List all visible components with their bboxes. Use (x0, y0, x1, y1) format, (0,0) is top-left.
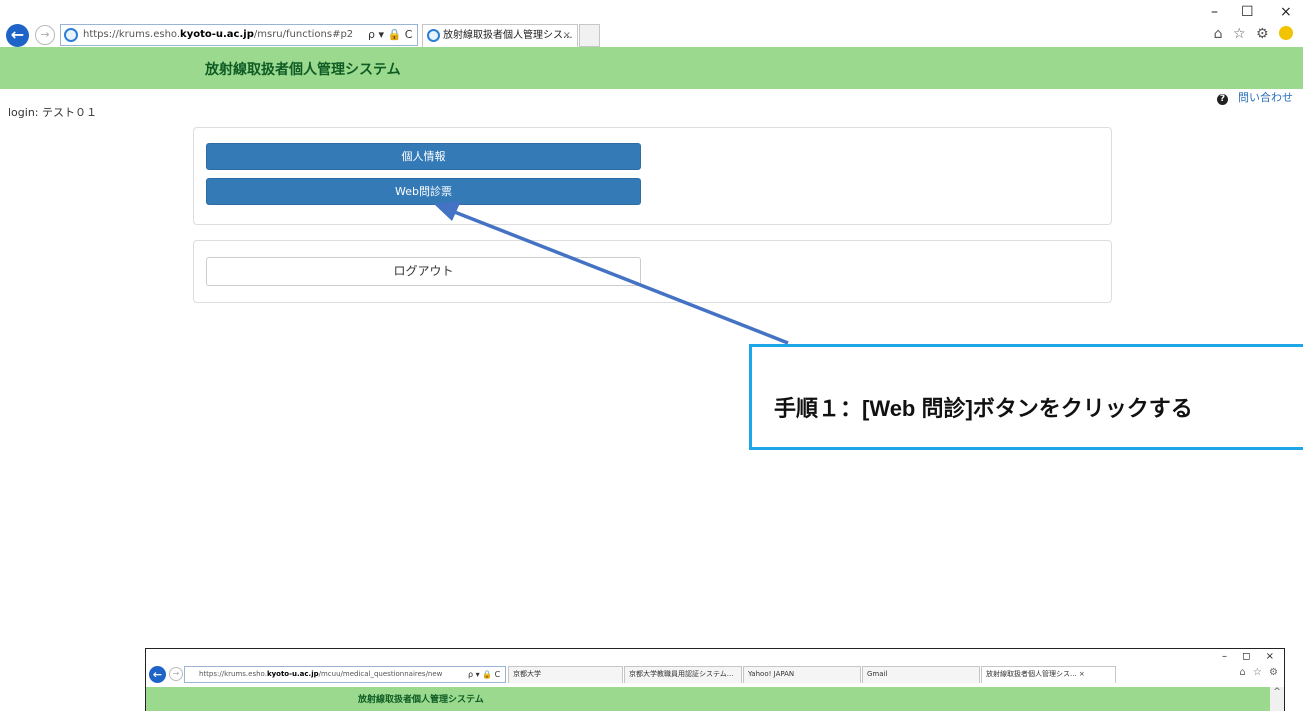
embedded-app-title: 放射線取扱者個人管理システム (358, 695, 484, 705)
embedded-url-domain: kyoto-u.ac.jp (266, 670, 319, 678)
contact-link[interactable]: ? 問い合わせ (1217, 89, 1293, 105)
tab-title: 放射線取扱者個人管理シス... (443, 30, 573, 41)
embedded-tab: 京都大学 (508, 666, 623, 683)
back-button[interactable]: ← (6, 24, 29, 47)
question-circle-icon: ? (1217, 94, 1228, 105)
embedded-tab: Yahoo! JAPAN (743, 666, 861, 683)
tab-close-icon[interactable]: × (563, 25, 571, 46)
minimize-button[interactable]: – (1211, 4, 1218, 20)
embedded-screenshot: ← → https://krums.esho.kyoto-u.ac.jp/mcu… (145, 648, 1285, 711)
login-user-label: login: テスト０１ (8, 106, 97, 119)
embedded-url-path: /mcuu/medical_questionnaires/new (318, 670, 443, 678)
embedded-url-prefix: https://krums.esho. (199, 670, 267, 678)
browser-right-icons[interactable]: ⌂ ☆ ⚙ (1214, 26, 1293, 42)
maximize-button[interactable]: ☐ (1241, 4, 1254, 20)
web-questionnaire-button[interactable]: Web問診票 (206, 178, 641, 205)
new-tab-button[interactable] (579, 24, 600, 47)
embedded-app-header: 放射線取扱者個人管理システム (146, 687, 1284, 711)
embedded-browser-toolbar: ← → https://krums.esho.kyoto-u.ac.jp/mcu… (146, 649, 1284, 687)
instruction-callout: 手順１：[Web 問診]ボタンをクリックする (749, 344, 1303, 450)
address-bar[interactable]: https://krums.esho.kyoto-u.ac.jp/msru/fu… (60, 24, 418, 46)
embedded-scrollbar: ^ (1270, 687, 1284, 711)
close-window-button[interactable]: × (1280, 4, 1292, 20)
embedded-tab-active: 放射線取扱者個人管理シス... × (981, 666, 1116, 683)
callout-text: 手順１：[Web 問診]ボタンをクリックする (774, 396, 1193, 421)
address-tools[interactable]: ρ ▾ 🔒 C (368, 25, 416, 45)
url-path: /msru/functions#p2 (253, 29, 354, 40)
url-prefix: https://krums.esho. (83, 29, 181, 40)
logout-panel: ログアウト (193, 240, 1112, 303)
forward-button[interactable]: → (35, 25, 55, 45)
personal-info-button[interactable]: 個人情報 (206, 143, 641, 170)
ie-logo-icon (427, 29, 440, 42)
embedded-window-controls: – ◻ × (1221, 651, 1280, 662)
embedded-address-tools: ρ ▾ 🔒 C (468, 670, 501, 679)
browser-tab-active[interactable]: 放射線取扱者個人管理シス... × (422, 24, 578, 47)
app-title: 放射線取扱者個人管理システム (205, 62, 401, 78)
embedded-back-icon: ← (149, 666, 166, 683)
embedded-tab: Gmail (862, 666, 980, 683)
arrow-right-icon: → (40, 28, 50, 41)
home-star-gear-icons[interactable]: ⌂ ☆ ⚙ (1214, 26, 1272, 42)
url-domain: kyoto-u.ac.jp (180, 29, 254, 40)
browser-toolbar: ← → https://krums.esho.kyoto-u.ac.jp/msr… (0, 0, 1303, 47)
embedded-tab: 京都大学教職員用認証システム... (624, 666, 742, 683)
arrow-left-icon: ← (10, 25, 25, 44)
ie-logo-icon (64, 28, 78, 42)
logout-button[interactable]: ログアウト (206, 257, 641, 286)
function-menu-panel: 個人情報 Web問診票 (193, 127, 1112, 225)
embedded-forward-icon: → (169, 667, 183, 681)
app-header: 放射線取扱者個人管理システム (0, 47, 1303, 89)
feedback-smiley-icon[interactable] (1279, 26, 1293, 40)
embedded-right-icons: ⌂ ☆ ⚙ (1239, 667, 1280, 678)
embedded-address-bar: https://krums.esho.kyoto-u.ac.jp/mcuu/me… (184, 666, 506, 683)
contact-label[interactable]: 問い合わせ (1238, 91, 1293, 104)
